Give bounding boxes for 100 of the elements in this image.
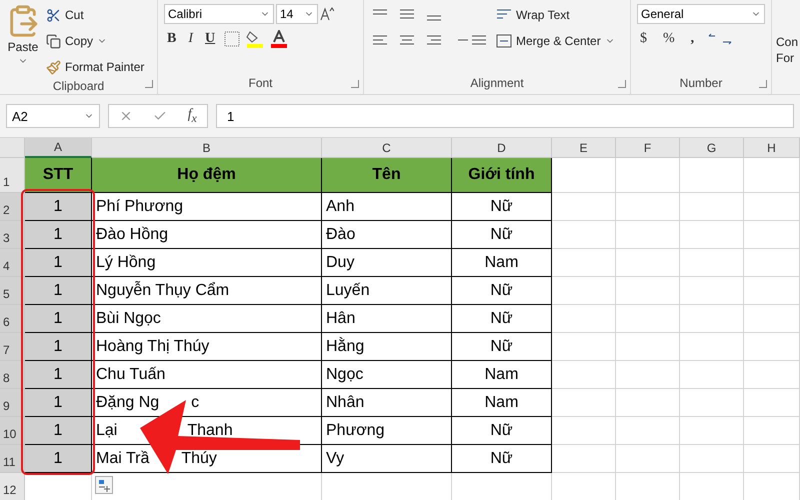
row-header[interactable]: 11 xyxy=(0,445,25,473)
function-button[interactable]: f$_{x}$ xyxy=(188,107,197,125)
column-header[interactable]: D xyxy=(452,138,552,158)
table-cell[interactable]: Nữ xyxy=(452,417,552,445)
column-header[interactable]: A xyxy=(25,138,92,158)
table-cell[interactable]: Nam xyxy=(452,361,552,389)
paste-button[interactable]: Paste xyxy=(6,4,40,78)
row-header[interactable]: 1 xyxy=(0,158,25,193)
cut-button[interactable]: Cut xyxy=(46,4,144,26)
cell-text: Thúy xyxy=(181,450,217,468)
cell-text: c xyxy=(191,394,200,412)
name-box[interactable]: A2 xyxy=(6,104,100,128)
column-heading[interactable]: Giới tính xyxy=(452,158,552,193)
column-heading[interactable]: Tên xyxy=(322,158,452,193)
table-cell[interactable]: 1 xyxy=(25,389,92,417)
table-cell[interactable]: Phí Phương xyxy=(92,193,322,221)
table-cell[interactable]: Anh xyxy=(322,193,452,221)
borders-icon[interactable] xyxy=(224,31,240,47)
table-cell[interactable]: 1 xyxy=(25,249,92,277)
font-size-field[interactable]: 14 xyxy=(276,4,318,24)
launcher-icon[interactable] xyxy=(351,80,359,88)
row-header[interactable]: 6 xyxy=(0,305,25,333)
row-header[interactable]: 12 xyxy=(0,473,25,500)
bold-button[interactable]: B xyxy=(164,28,180,50)
table-cell[interactable]: Duy xyxy=(322,249,452,277)
quick-analysis-icon[interactable] xyxy=(95,476,113,494)
table-cell[interactable]: 1 xyxy=(25,305,92,333)
select-all-corner[interactable] xyxy=(0,138,25,158)
table-cell[interactable]: Phương xyxy=(322,417,452,445)
table-cell[interactable]: Nam xyxy=(452,389,552,417)
currency-button[interactable]: $ xyxy=(637,28,650,50)
row-header[interactable]: 2 xyxy=(0,193,25,221)
launcher-icon[interactable] xyxy=(145,80,153,88)
column-header[interactable]: E xyxy=(552,138,616,158)
table-cell[interactable]: 1 xyxy=(25,193,92,221)
table-cell[interactable]: 1 xyxy=(25,417,92,445)
row-header[interactable]: 5 xyxy=(0,277,25,305)
paintbrush-icon xyxy=(46,60,61,74)
number-format-field[interactable]: General xyxy=(637,4,765,24)
cell-text: Đặng Ng xyxy=(96,394,160,412)
row-header[interactable]: 9 xyxy=(0,389,25,417)
table-cell[interactable]: Nhân xyxy=(322,389,452,417)
table-cell[interactable]: Nữ xyxy=(452,221,552,249)
column-header[interactable]: C xyxy=(322,138,452,158)
row-header[interactable]: 10 xyxy=(0,417,25,445)
column-header[interactable]: G xyxy=(680,138,744,158)
column-header[interactable]: H xyxy=(744,138,800,158)
launcher-icon[interactable] xyxy=(759,80,767,88)
table-cell[interactable]: Luyến xyxy=(322,277,452,305)
table-cell[interactable]: Chu Tuấn xyxy=(92,361,322,389)
table-cell[interactable]: 1 xyxy=(25,445,92,473)
comma-button[interactable]: , xyxy=(688,28,698,50)
group-title: Alignment xyxy=(469,75,525,92)
underline-button[interactable]: U xyxy=(202,28,218,50)
launcher-icon[interactable] xyxy=(618,80,626,88)
column-heading[interactable]: STT xyxy=(25,158,92,193)
font-name-field[interactable]: Calibri xyxy=(164,4,274,24)
fill-color-icon[interactable] xyxy=(246,30,264,48)
table-cell[interactable]: 1 xyxy=(25,221,92,249)
wrap-text-button[interactable]: Wrap Text xyxy=(496,4,615,26)
table-cell[interactable]: Nữ xyxy=(452,333,552,361)
row-header[interactable]: 8 xyxy=(0,361,25,389)
grow-font-icon[interactable] xyxy=(320,7,334,21)
table-cell[interactable]: 1 xyxy=(25,277,92,305)
column-header[interactable]: B xyxy=(92,138,322,158)
table-cell[interactable]: Ngọc xyxy=(322,361,452,389)
formula-field[interactable]: 1 xyxy=(216,104,794,128)
row-header[interactable]: 3 xyxy=(0,221,25,249)
percent-button[interactable]: % xyxy=(660,28,678,50)
italic-button[interactable]: I xyxy=(185,28,196,50)
table-cell[interactable]: 1 xyxy=(25,361,92,389)
table-cell[interactable]: Nữ xyxy=(452,305,552,333)
table-cell[interactable]: Nữ xyxy=(452,445,552,473)
table-cell[interactable]: Vy xyxy=(322,445,452,473)
table-cell[interactable]: Bùi Ngọc xyxy=(92,305,322,333)
table-cell[interactable]: Hằng xyxy=(322,333,452,361)
font-color-icon[interactable] xyxy=(270,30,288,48)
table-cell[interactable]: Lý Hồng xyxy=(92,249,322,277)
table-cell[interactable]: Đào xyxy=(322,221,452,249)
ribbon-button-label[interactable]: Con For xyxy=(772,0,800,94)
merge-center-button[interactable]: Merge & Center xyxy=(496,30,615,52)
table-cell[interactable]: Đào Hồng xyxy=(92,221,322,249)
group-title: Clipboard xyxy=(52,78,106,94)
column-heading[interactable]: Họ đệm xyxy=(92,158,322,193)
table-cell[interactable]: Nguyễn Thụy Cẩm xyxy=(92,277,322,305)
column-header[interactable]: F xyxy=(616,138,680,158)
row-header[interactable]: 4 xyxy=(0,249,25,277)
cell-text: Mai Trầ xyxy=(96,450,150,468)
table-cell[interactable]: Nam xyxy=(452,249,552,277)
cell-text: Thanh xyxy=(187,422,233,440)
table-cell[interactable]: Hoàng Thị Thúy xyxy=(92,333,322,361)
row-header[interactable]: 7 xyxy=(0,333,25,361)
group-title: Font xyxy=(247,75,274,92)
table-cell[interactable]: 1 xyxy=(25,333,92,361)
table-cell[interactable]: Hân xyxy=(322,305,452,333)
table-cell[interactable]: Nữ xyxy=(452,277,552,305)
format-painter-button[interactable]: Format Painter xyxy=(46,56,144,78)
merge-icon xyxy=(496,34,512,48)
table-cell[interactable]: Nữ xyxy=(452,193,552,221)
copy-button[interactable]: Copy xyxy=(46,30,144,52)
